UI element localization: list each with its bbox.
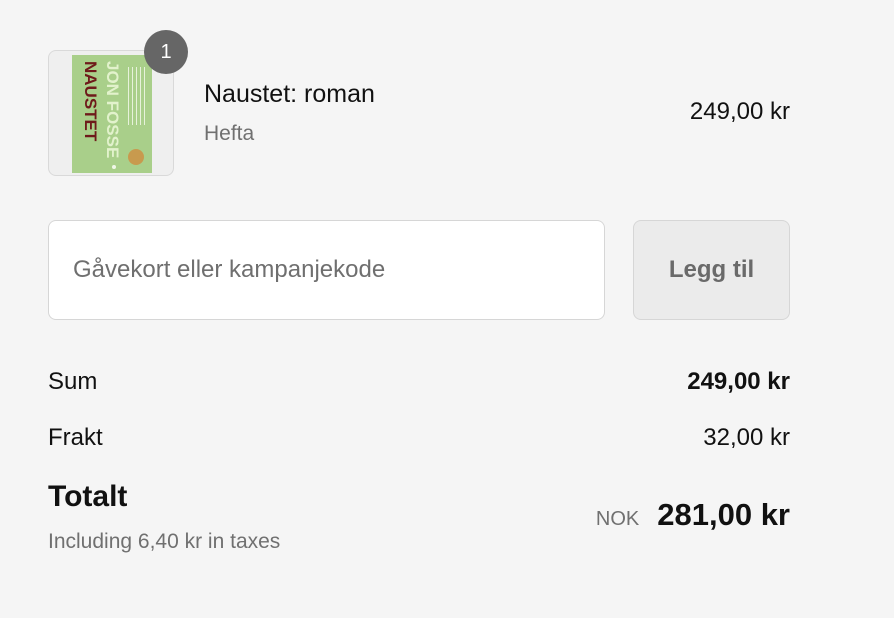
product-variant: Hefta bbox=[204, 122, 255, 145]
total-value: 281,00 kr bbox=[657, 497, 790, 532]
currency-code: NOK bbox=[595, 508, 640, 530]
tax-note: Including 6,40 kr in taxes bbox=[48, 530, 281, 553]
discount-code-form: Legg til bbox=[48, 220, 790, 320]
cart-line-item: NAUSTET JON FOSSE 1 Naustet: roman Hefta… bbox=[48, 30, 790, 178]
quantity-badge: 1 bbox=[144, 30, 188, 74]
publisher-logo-icon bbox=[112, 165, 116, 169]
shipping-value: 32,00 kr bbox=[703, 424, 790, 451]
subtotal-label: Sum bbox=[48, 368, 98, 395]
cover-title-text: NAUSTET bbox=[81, 61, 100, 142]
apply-discount-button[interactable]: Legg til bbox=[633, 220, 790, 320]
subtotal-value: 249,00 kr bbox=[687, 368, 790, 395]
product-price: 249,00 kr bbox=[689, 98, 790, 125]
total-label: Totalt bbox=[48, 480, 128, 513]
cover-blurb-text bbox=[128, 67, 148, 125]
cover-seal-icon bbox=[128, 149, 144, 165]
product-name: Naustet: roman bbox=[204, 80, 375, 108]
discount-code-input[interactable] bbox=[48, 220, 605, 320]
cover-author-text: JON FOSSE bbox=[103, 61, 122, 159]
book-cover-image: NAUSTET JON FOSSE bbox=[72, 55, 152, 173]
total-amount: NOK 281,00 kr bbox=[596, 497, 790, 533]
shipping-label: Frakt bbox=[48, 424, 103, 451]
